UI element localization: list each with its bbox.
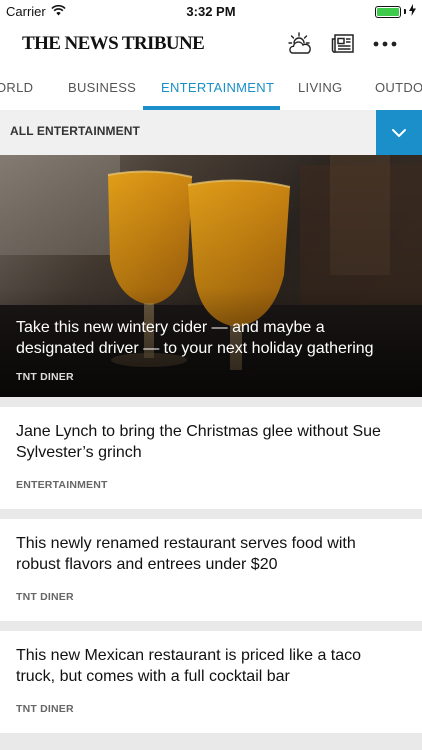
article-card[interactable]: This new Mexican restaurant is priced li… <box>0 631 422 733</box>
status-time: 3:32 PM <box>186 4 236 19</box>
tab-outdoors[interactable]: OUTDOO <box>375 66 422 110</box>
hero-photo <box>0 155 422 397</box>
status-bar: Carrier 3:32 PM <box>0 0 422 22</box>
app-header: THE NEWS TRIBUNE <box>0 22 422 66</box>
article-card[interactable]: This newly renamed restaurant serves foo… <box>0 519 422 621</box>
article-headline[interactable]: This newly renamed restaurant serves foo… <box>16 533 402 575</box>
weather-icon[interactable] <box>286 30 314 58</box>
charging-icon <box>409 4 416 19</box>
tab-entertainment[interactable]: ENTERTAINMENT <box>161 66 274 110</box>
hero-story[interactable]: Take this new wintery cider — and maybe … <box>0 155 422 397</box>
tab-living[interactable]: LIVING <box>298 66 342 110</box>
battery-cap <box>404 9 406 14</box>
hero-kicker: TNT DINER <box>16 371 74 383</box>
more-icon[interactable] <box>371 30 399 58</box>
article-kicker: TNT DINER <box>16 591 74 603</box>
subsection-dropdown-button[interactable] <box>376 110 422 155</box>
eedition-icon[interactable] <box>329 30 357 58</box>
status-right <box>375 4 416 19</box>
article-kicker: TNT DINER <box>16 703 74 715</box>
battery-icon <box>375 5 401 18</box>
battery-fill <box>377 7 399 16</box>
chevron-down-icon <box>392 128 406 137</box>
article-headline[interactable]: Jane Lynch to bring the Christmas glee w… <box>16 421 402 463</box>
hero-headline[interactable]: Take this new wintery cider — and maybe … <box>16 317 402 359</box>
tab-world[interactable]: ORLD <box>0 66 33 110</box>
subsection-label: ALL ENTERTAINMENT <box>10 124 140 138</box>
article-headline[interactable]: This new Mexican restaurant is priced li… <box>16 645 402 687</box>
masthead-logo[interactable]: THE NEWS TRIBUNE <box>22 33 205 55</box>
article-card[interactable]: Jane Lynch to bring the Christmas glee w… <box>0 407 422 509</box>
subsection-bar: ALL ENTERTAINMENT <box>0 110 422 155</box>
tab-business[interactable]: BUSINESS <box>68 66 136 110</box>
section-tabs: ORLD BUSINESS ENTERTAINMENT LIVING OUTDO… <box>0 66 422 110</box>
article-kicker: ENTERTAINMENT <box>16 479 108 491</box>
